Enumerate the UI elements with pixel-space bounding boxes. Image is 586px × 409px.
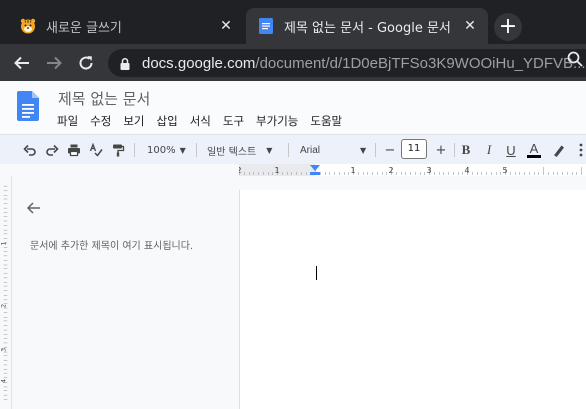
- search-icon[interactable]: [566, 50, 584, 68]
- horizontal-ruler[interactable]: 2 1 1 2 3 4 5: [239, 164, 586, 176]
- formatting-toolbar: 100% ▼ 일반 텍스트 ▼ Arial ▼ − 11 + B I U A: [0, 134, 586, 164]
- spellcheck-icon[interactable]: [86, 140, 106, 160]
- bold-button[interactable]: B: [456, 140, 476, 160]
- text-color-button[interactable]: A: [524, 140, 544, 160]
- toolbar-divider: [134, 143, 135, 157]
- back-arrow-icon[interactable]: [25, 199, 43, 217]
- browser-tab-strip: 새로운 글쓰기 ✕ 제목 없는 문서 - Google 문서 ✕ +: [0, 0, 586, 44]
- ruler-label: 2: [0, 304, 8, 308]
- close-tab-icon[interactable]: ✕: [462, 18, 478, 34]
- increase-font-size-button[interactable]: +: [431, 140, 451, 160]
- zoom-value: 100%: [147, 144, 176, 156]
- toolbar-divider: [454, 143, 455, 157]
- ruler-label: 3: [426, 166, 431, 175]
- ruler-content-area: [315, 164, 586, 176]
- caret-down-icon: ▼: [266, 145, 273, 155]
- toolbar-divider: [375, 143, 376, 157]
- menu-help[interactable]: 도움말: [304, 113, 348, 129]
- ruler-label: 1: [350, 166, 355, 175]
- outline-placeholder: 문서에 추가한 제목이 여기 표시됩니다.: [30, 241, 194, 252]
- ruler-label: 2: [388, 166, 393, 175]
- docs-header: 제목 없는 문서 파일 수정 보기 삽입 서식 도구 부가기능 도움말: [0, 81, 586, 133]
- zoom-select[interactable]: 100% ▼: [147, 140, 186, 160]
- ruler-label: 5: [502, 166, 507, 175]
- close-tab-icon[interactable]: ✕: [218, 18, 234, 34]
- redo-icon[interactable]: [42, 140, 62, 160]
- vertical-ruler[interactable]: 1 2 3 4: [0, 176, 12, 409]
- ruler-label: 4: [0, 379, 8, 383]
- font-value: Arial: [300, 144, 321, 156]
- font-size-input[interactable]: 11: [401, 139, 427, 159]
- menu-file[interactable]: 파일: [51, 113, 84, 129]
- paragraph-style-value: 일반 텍스트: [207, 146, 257, 158]
- highlighter-icon[interactable]: [549, 140, 569, 160]
- caret-down-icon: ▼: [360, 145, 367, 155]
- print-icon[interactable]: [64, 140, 84, 160]
- menu-tools[interactable]: 도구: [217, 113, 250, 129]
- tab-title: 제목 없는 문서 - Google 문서: [284, 20, 451, 36]
- menu-bar: 파일 수정 보기 삽입 서식 도구 부가기능 도움말: [51, 113, 348, 129]
- italic-button[interactable]: I: [479, 140, 499, 160]
- left-indent-marker: [310, 172, 320, 175]
- ruler-label: 2: [239, 166, 242, 175]
- address-bar[interactable]: docs.google.com/document/d/1D0eBjTFSo3K9…: [108, 49, 586, 77]
- more-icon[interactable]: [576, 140, 586, 160]
- reload-icon[interactable]: [73, 50, 99, 76]
- screen: 새로운 글쓰기 ✕ 제목 없는 문서 - Google 문서 ✕ + docs.…: [0, 0, 586, 409]
- document-title[interactable]: 제목 없는 문서: [58, 88, 150, 109]
- document-page[interactable]: [239, 190, 586, 409]
- google-docs-logo-icon[interactable]: [17, 91, 39, 121]
- toolbar-divider: [196, 143, 197, 157]
- ruler-label: 3: [0, 348, 8, 352]
- url-path: /document/d/1D0eBjTFSo3K9WOOiHu_YDFVB...: [255, 54, 586, 72]
- menu-addons[interactable]: 부가기능: [250, 113, 304, 129]
- forward-arrow-icon[interactable]: [41, 50, 67, 76]
- menu-edit[interactable]: 수정: [84, 113, 117, 129]
- paint-format-icon[interactable]: [108, 140, 128, 160]
- ruler-label: 1: [0, 241, 8, 245]
- tab-title: 새로운 글쓰기: [46, 20, 122, 36]
- paragraph-style-select[interactable]: 일반 텍스트 ▼: [207, 140, 272, 160]
- url-host: docs.google.com: [142, 54, 256, 72]
- browser-tab-new-post[interactable]: 새로운 글쓰기 ✕: [8, 8, 244, 44]
- decrease-font-size-button[interactable]: −: [380, 140, 400, 160]
- text-color-letter: A: [529, 141, 539, 156]
- font-select[interactable]: Arial ▼: [300, 140, 366, 160]
- lock-icon: [118, 56, 132, 70]
- menu-view[interactable]: 보기: [117, 113, 150, 129]
- menu-format[interactable]: 서식: [184, 113, 217, 129]
- google-docs-icon: [258, 18, 274, 34]
- caret-down-icon: ▼: [179, 145, 186, 155]
- browser-toolbar: docs.google.com/document/d/1D0eBjTFSo3K9…: [0, 44, 586, 81]
- ruler-label: 4: [464, 166, 469, 175]
- back-arrow-icon[interactable]: [9, 50, 35, 76]
- undo-icon[interactable]: [20, 140, 40, 160]
- text-cursor: [316, 266, 317, 280]
- url-text: docs.google.com/document/d/1D0eBjTFSo3K9…: [142, 55, 586, 72]
- underline-button[interactable]: U: [501, 140, 521, 160]
- browser-tab-google-docs[interactable]: 제목 없는 문서 - Google 문서 ✕: [246, 8, 488, 44]
- menu-insert[interactable]: 삽입: [151, 113, 184, 129]
- tiger-emoji-icon: [20, 18, 36, 34]
- ruler-label: 1: [274, 166, 279, 175]
- text-color-swatch: [527, 155, 541, 158]
- new-tab-button[interactable]: +: [494, 13, 522, 41]
- toolbar-divider: [288, 143, 289, 157]
